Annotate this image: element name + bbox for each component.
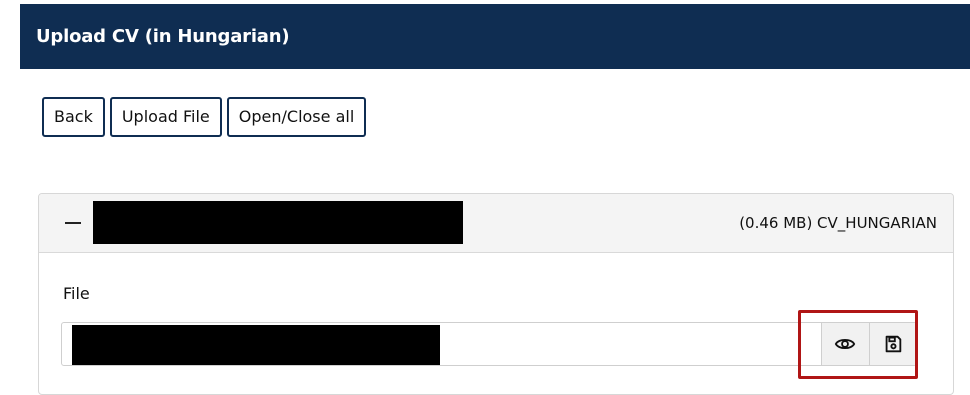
floppy-disk-icon: [885, 335, 901, 353]
page-title: Upload CV (in Hungarian): [36, 26, 290, 47]
save-file-button[interactable]: [868, 323, 916, 365]
redacted-file-value: [72, 325, 440, 365]
back-button[interactable]: Back: [42, 97, 105, 137]
file-size-and-type: (0.46 MB) CV_HUNGARIAN: [739, 214, 937, 232]
file-panel: (0.46 MB) CV_HUNGARIAN File: [38, 193, 954, 395]
left-gutter: [0, 0, 20, 381]
page-header: Upload CV (in Hungarian): [20, 4, 970, 69]
file-actions: [821, 323, 916, 365]
minus-icon[interactable]: [65, 222, 81, 224]
upload-file-button[interactable]: Upload File: [109, 97, 222, 137]
toolbar: Back Upload File Open/Close all: [42, 97, 367, 137]
main-content: Back Upload File Open/Close all (0.46 MB…: [20, 69, 970, 395]
file-panel-header[interactable]: (0.46 MB) CV_HUNGARIAN: [39, 194, 953, 253]
open-close-all-button[interactable]: Open/Close all: [226, 97, 367, 137]
redacted-file-name: [93, 201, 463, 244]
file-field-label: File: [63, 284, 90, 303]
file-input-field[interactable]: [61, 322, 917, 366]
view-file-button[interactable]: [821, 323, 869, 365]
eye-icon: [835, 338, 856, 350]
